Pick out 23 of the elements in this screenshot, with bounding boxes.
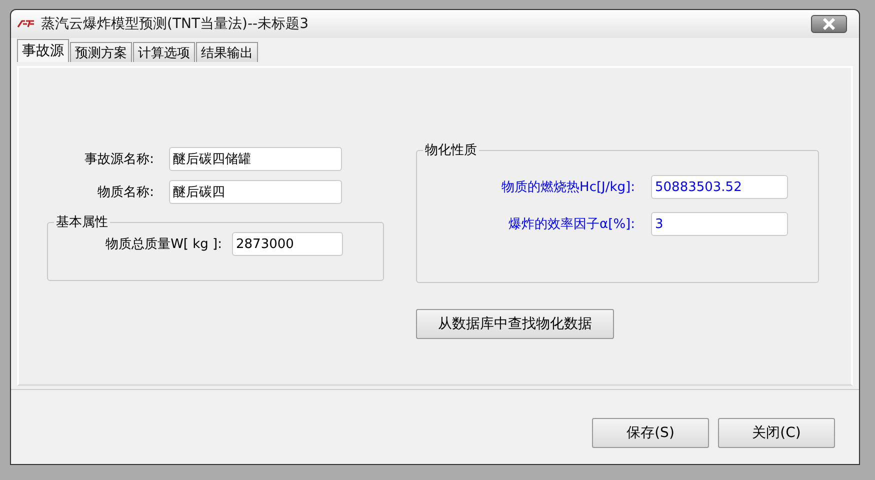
tab[interactable]: 结果输出: [196, 42, 258, 62]
text-field[interactable]: 3: [651, 212, 788, 236]
text-field[interactable]: 醚后碳四储罐: [169, 147, 342, 171]
group-title: 基本属性: [55, 214, 109, 231]
text-field[interactable]: 醚后碳四: [169, 180, 342, 204]
dialog-button[interactable]: 关闭(C): [718, 418, 835, 448]
tab[interactable]: 事故源: [17, 39, 69, 62]
dialog-button[interactable]: 保存(S): [592, 418, 709, 448]
lookup-button[interactable]: 从数据库中查找物化数据: [416, 309, 614, 339]
group-title: 物化性质: [424, 142, 478, 159]
field-label: 事故源名称:: [84, 151, 154, 168]
field-label: 物质总质量W[ kg ]:: [104, 236, 222, 253]
field-label: 物质的燃烧热Hc[J/kg]:: [500, 179, 635, 196]
tab[interactable]: 计算选项: [133, 42, 195, 62]
text-field[interactable]: 50883503.52: [651, 175, 788, 199]
tab[interactable]: 预测方案: [70, 42, 132, 62]
app-logo-icon: [17, 19, 35, 29]
close-icon: [822, 18, 836, 30]
field-label: 物质名称:: [96, 184, 154, 201]
close-button[interactable]: [811, 15, 847, 33]
window-title: 蒸汽云爆炸模型预测(TNT当量法)--未标题3: [41, 15, 310, 33]
text-field[interactable]: 2873000: [232, 232, 343, 256]
field-label: 爆炸的效率因子α[%]:: [508, 216, 635, 233]
